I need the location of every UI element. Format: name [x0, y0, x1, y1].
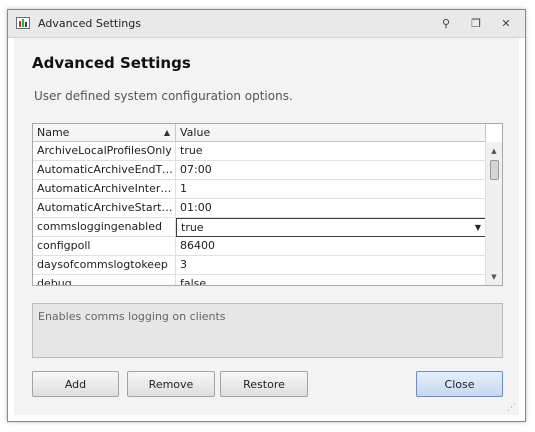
settings-grid[interactable]: Name ▲ Value ArchiveLocalProfilesOnly tr…	[32, 123, 503, 286]
setting-value[interactable]: 86400	[176, 237, 486, 255]
setting-value[interactable]: 07:00	[176, 161, 486, 179]
sort-ascending-icon: ▲	[163, 128, 170, 137]
setting-name[interactable]: AutomaticArchiveIntervalDays	[33, 180, 176, 198]
page-subtitle: User defined system configuration option…	[34, 89, 293, 103]
table-row[interactable]: daysofcommslogtokeep 3	[33, 256, 486, 275]
chevron-down-icon[interactable]: ▼	[475, 219, 481, 236]
scrollbar-thumb[interactable]	[490, 160, 499, 180]
dropdown-value: true	[181, 221, 204, 234]
restore-icon[interactable]: ❐	[466, 14, 486, 32]
setting-name[interactable]: commsloggingenabled	[33, 218, 176, 236]
close-button[interactable]: Close	[416, 371, 503, 397]
setting-name[interactable]: daysofcommslogtokeep	[33, 256, 176, 274]
column-header-name[interactable]: Name ▲	[33, 124, 176, 141]
setting-name[interactable]: AutomaticArchiveStartTime	[33, 199, 176, 217]
setting-name[interactable]: debug	[33, 275, 176, 285]
advanced-settings-window: Advanced Settings ⚲ ❐ ✕ Advanced Setting…	[7, 9, 526, 422]
table-row[interactable]: AutomaticArchiveEndTime 07:00	[33, 161, 486, 180]
column-header-value-label: Value	[180, 126, 211, 139]
setting-name[interactable]: ArchiveLocalProfilesOnly	[33, 142, 176, 160]
setting-value-dropdown[interactable]: true ▼	[176, 218, 486, 237]
table-row[interactable]: debug false	[33, 275, 486, 285]
remove-button[interactable]: Remove	[127, 371, 215, 397]
setting-value[interactable]: 1	[176, 180, 486, 198]
grid-body: ArchiveLocalProfilesOnly true AutomaticA…	[33, 142, 486, 285]
setting-value[interactable]: false	[176, 275, 486, 285]
window-title: Advanced Settings	[38, 17, 141, 30]
resize-grip-icon[interactable]: ⋰	[507, 403, 517, 413]
setting-value[interactable]: true	[176, 142, 486, 160]
table-row[interactable]: ArchiveLocalProfilesOnly true	[33, 142, 486, 161]
scroll-up-icon[interactable]: ▲	[486, 144, 502, 158]
page-title: Advanced Settings	[32, 54, 191, 72]
setting-value[interactable]: 3	[176, 256, 486, 274]
vertical-scrollbar[interactable]: ▲ ▼	[485, 142, 502, 285]
restore-button[interactable]: Restore	[220, 371, 308, 397]
dialog-content: Advanced Settings User defined system co…	[14, 38, 519, 415]
grid-header: Name ▲ Value	[33, 124, 486, 142]
table-row[interactable]: AutomaticArchiveStartTime 01:00	[33, 199, 486, 218]
title-bar[interactable]: Advanced Settings ⚲ ❐ ✕	[8, 10, 525, 38]
add-button[interactable]: Add	[32, 371, 119, 397]
table-row-selected[interactable]: commsloggingenabled true ▼	[33, 218, 486, 237]
setting-name[interactable]: AutomaticArchiveEndTime	[33, 161, 176, 179]
table-row[interactable]: AutomaticArchiveIntervalDays 1	[33, 180, 486, 199]
column-header-name-label: Name	[37, 126, 70, 139]
setting-value[interactable]: 01:00	[176, 199, 486, 217]
table-row[interactable]: configpoll 86400	[33, 237, 486, 256]
setting-name[interactable]: configpoll	[33, 237, 176, 255]
setting-description: Enables comms logging on clients	[32, 303, 503, 358]
close-icon[interactable]: ✕	[496, 14, 516, 32]
pin-icon[interactable]: ⚲	[436, 14, 456, 32]
scroll-down-icon[interactable]: ▼	[486, 270, 502, 284]
column-header-value[interactable]: Value	[176, 124, 486, 141]
app-icon	[16, 17, 30, 29]
